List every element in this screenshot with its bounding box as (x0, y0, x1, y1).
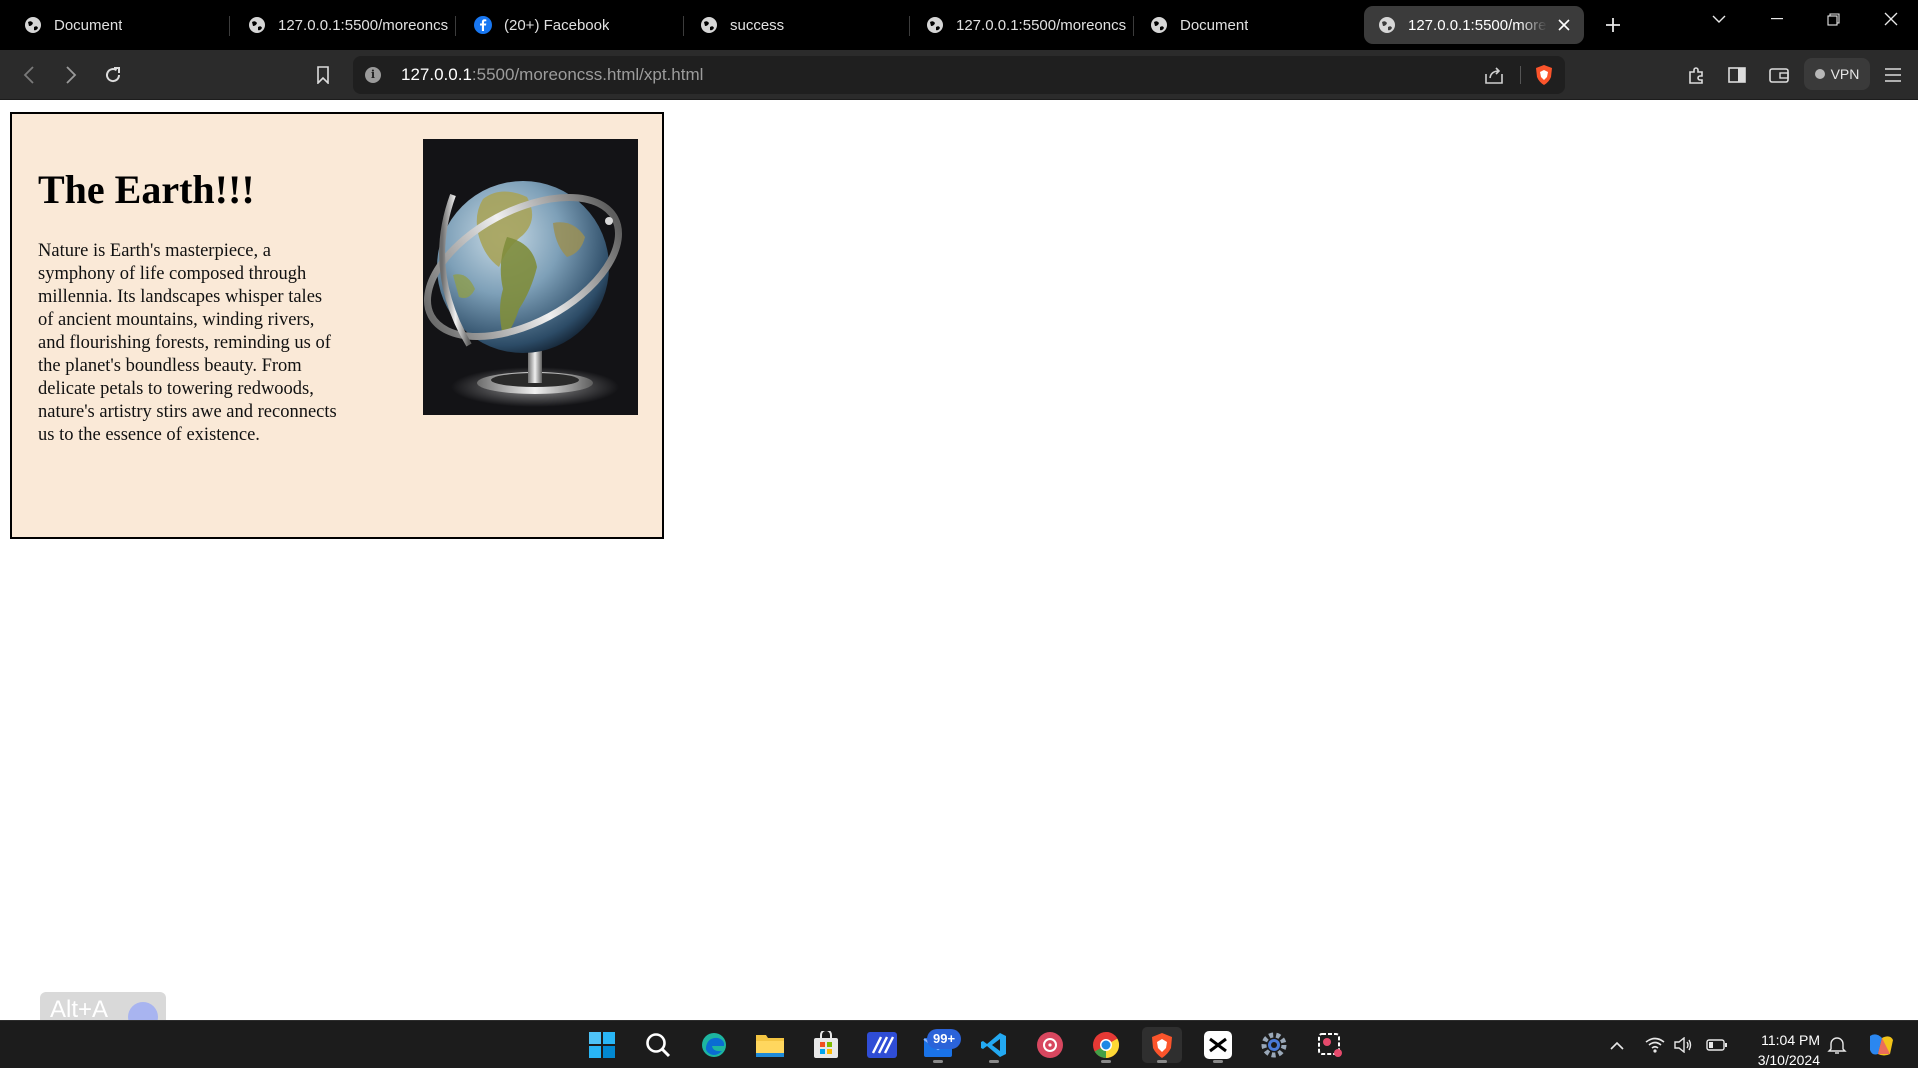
facebook-icon (474, 16, 492, 34)
brave-icon[interactable] (1142, 1027, 1182, 1063)
music-icon[interactable] (1030, 1027, 1070, 1063)
snipping-tool-icon[interactable] (1310, 1027, 1350, 1063)
tab-separator (455, 16, 456, 36)
tab-moreoncss-2[interactable]: 127.0.0.1:5500/moreoncss (926, 6, 1134, 44)
globe-icon (700, 16, 718, 34)
tab-document-1[interactable]: Document (24, 6, 230, 44)
new-tab-button[interactable] (1598, 10, 1628, 40)
mail-badge: 99+ (927, 1029, 962, 1049)
tab-document-2[interactable]: Document (1150, 6, 1350, 44)
globe-icon (926, 16, 944, 34)
tab-moreoncss-1[interactable]: 127.0.0.1:5500/moreoncss (248, 6, 456, 44)
tab-title: 127.0.0.1:5500/moreoncss (1408, 16, 1547, 34)
address-bar[interactable]: i 127.0.0.1:5500/moreoncss.html/xpt.html (353, 56, 1565, 94)
page-title: The Earth!!! (38, 167, 255, 212)
clock-date: 3/10/2024 (1757, 1052, 1820, 1068)
address-divider (1520, 66, 1521, 84)
capcut-icon[interactable] (1198, 1027, 1238, 1063)
menu-icon[interactable] (1878, 60, 1908, 90)
app-icon[interactable] (862, 1027, 902, 1063)
web-page: The Earth!!! Nature is Earth's masterpie… (0, 101, 1918, 1020)
tab-separator (909, 16, 910, 36)
vscode-icon[interactable] (974, 1027, 1014, 1063)
wifi-icon[interactable] (1644, 1034, 1666, 1056)
tab-strip: Document 127.0.0.1:5500/moreoncss (20+) … (0, 0, 1918, 50)
settings-icon[interactable] (1254, 1027, 1294, 1063)
system-clock[interactable]: 11:04 PM 3/10/2024 (1740, 1030, 1820, 1070)
store-icon[interactable] (806, 1027, 846, 1063)
tab-success[interactable]: success (700, 6, 910, 44)
tab-facebook[interactable]: (20+) Facebook (474, 6, 684, 44)
share-icon[interactable] (1483, 64, 1505, 86)
restore-button[interactable] (1810, 6, 1856, 32)
assistant-spark-icon (128, 1002, 158, 1022)
tab-title: (20+) Facebook (504, 16, 610, 34)
tab-separator (683, 16, 684, 36)
start-icon[interactable] (582, 1027, 622, 1063)
earth-card: The Earth!!! Nature is Earth's masterpie… (10, 112, 664, 539)
vpn-label: VPN (1830, 66, 1860, 82)
wallet-icon[interactable] (1764, 60, 1794, 90)
close-window-button[interactable] (1868, 6, 1914, 32)
vpn-status-icon (1814, 69, 1825, 79)
tab-separator (229, 16, 230, 36)
tab-moreoncss-active[interactable]: 127.0.0.1:5500/moreoncss (1364, 6, 1584, 44)
battery-icon[interactable] (1706, 1034, 1728, 1056)
chrome-icon[interactable] (1086, 1027, 1126, 1063)
close-tab-icon[interactable] (1557, 18, 1570, 32)
volume-icon[interactable] (1672, 1034, 1694, 1056)
notifications-icon[interactable] (1826, 1034, 1848, 1056)
tab-title: Document (54, 16, 123, 34)
brave-shields-icon[interactable] (1533, 64, 1555, 86)
globe-icon (1378, 16, 1396, 34)
bookmark-icon[interactable] (308, 60, 338, 90)
copilot-icon[interactable] (1866, 1030, 1896, 1060)
edge-icon[interactable] (694, 1027, 734, 1063)
file-explorer-icon[interactable] (750, 1027, 790, 1063)
site-info-icon[interactable]: i (365, 67, 381, 83)
tab-search-chevron-icon[interactable] (1696, 6, 1742, 32)
minimize-button[interactable] (1754, 6, 1800, 32)
tab-title: 127.0.0.1:5500/moreoncss (956, 16, 1126, 34)
show-hidden-icons-chevron[interactable] (1606, 1034, 1628, 1056)
clock-time: 11:04 PM (1761, 1032, 1820, 1048)
extensions-icon[interactable] (1682, 60, 1712, 90)
url-host: 127.0.0.1 (401, 65, 472, 84)
forward-button[interactable] (56, 60, 86, 90)
globe-icon (24, 16, 42, 34)
url-text[interactable]: 127.0.0.1:5500/moreoncss.html/xpt.html (401, 65, 703, 85)
tab-separator (1133, 16, 1134, 36)
search-icon[interactable] (638, 1027, 678, 1063)
globe-icon (1150, 16, 1168, 34)
alt-a-label: Alt+A (50, 996, 109, 1022)
vpn-button[interactable]: VPN (1804, 58, 1870, 90)
tab-title: 127.0.0.1:5500/moreoncss (278, 16, 448, 34)
reload-button[interactable] (98, 60, 128, 90)
back-button[interactable] (14, 60, 44, 90)
browser-toolbar: i 127.0.0.1:5500/moreoncss.html/xpt.html… (0, 50, 1918, 100)
tab-title: success (730, 16, 785, 34)
globe-icon (248, 16, 266, 34)
alt-a-widget[interactable]: Alt+A (40, 992, 166, 1022)
sidebar-icon[interactable] (1722, 60, 1752, 90)
tab-title: Document (1180, 16, 1249, 34)
earth-paragraph: Nature is Earth's masterpiece, a symphon… (38, 241, 337, 445)
globe-image (423, 139, 638, 415)
url-path: :5500/moreoncss.html/xpt.html (471, 65, 704, 84)
